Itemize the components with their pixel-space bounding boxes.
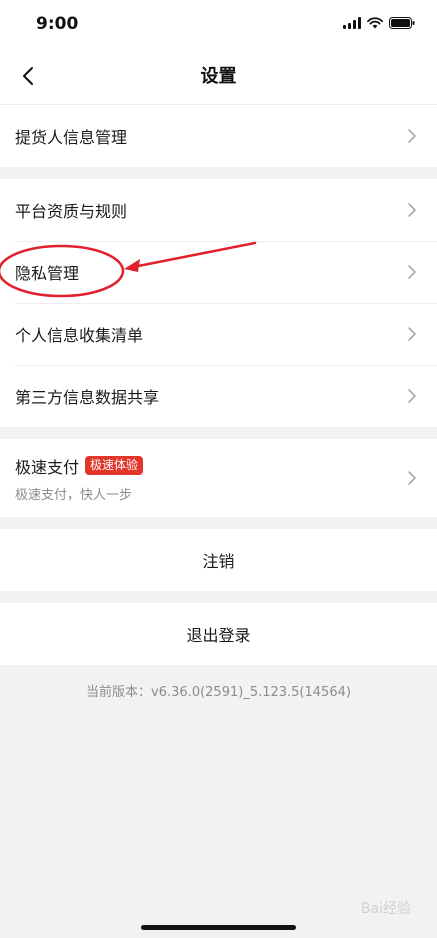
- watermark: Bai经验: [360, 901, 411, 917]
- home-indicator: [141, 925, 296, 930]
- cellular-signal-icon: [343, 17, 361, 29]
- status-time: 9:00: [36, 14, 79, 34]
- chevron-right-icon: [408, 129, 416, 143]
- settings-group-3: 极速支付 极速体验 极速支付，快人一步: [0, 439, 437, 517]
- nav-bar: 设置: [0, 50, 437, 105]
- status-icons: [343, 17, 415, 29]
- row-pickup-info[interactable]: 提货人信息管理: [0, 105, 437, 167]
- row-label: 个人信息收集清单: [15, 326, 144, 345]
- row-label: 平台资质与规则: [15, 202, 128, 221]
- row-fast-pay[interactable]: 极速支付 极速体验 极速支付，快人一步: [0, 439, 437, 517]
- version-text: 当前版本：v6.36.0(2591)_5.123.5(14564): [86, 685, 351, 700]
- row-label: 提货人信息管理: [15, 128, 128, 147]
- row-label: 第三方信息数据共享: [15, 388, 160, 407]
- settings-group-1: 提货人信息管理: [0, 105, 437, 167]
- settings-group-2: 平台资质与规则 隐私管理 个人信息收集清单 第三方信息数据共享: [0, 179, 437, 427]
- page-title: 设置: [200, 66, 237, 87]
- status-bar: 9:00: [0, 0, 437, 50]
- chevron-right-icon: [408, 327, 416, 341]
- row-third-party-sharing[interactable]: 第三方信息数据共享: [0, 365, 437, 427]
- fast-pay-badge: 极速体验: [85, 456, 144, 475]
- battery-icon: [389, 17, 415, 29]
- chevron-right-icon: [408, 265, 416, 279]
- fast-pay-subtitle: 极速支付，快人一步: [15, 487, 133, 503]
- fast-pay-header: 极速支付 极速体验: [15, 454, 144, 478]
- chevron-right-icon: [408, 389, 416, 403]
- logout-button[interactable]: 退出登录: [0, 603, 437, 665]
- wifi-icon: [367, 17, 383, 29]
- fast-pay-title: 极速支付: [15, 457, 80, 477]
- cancel-account-button[interactable]: 注销: [0, 529, 437, 591]
- row-platform-rules[interactable]: 平台资质与规则: [0, 179, 437, 241]
- chevron-right-icon: [408, 471, 416, 485]
- row-personal-info-list[interactable]: 个人信息收集清单: [0, 303, 437, 365]
- row-label: 隐私管理: [15, 264, 80, 283]
- row-privacy-management[interactable]: 隐私管理: [0, 241, 437, 303]
- chevron-right-icon: [408, 203, 416, 217]
